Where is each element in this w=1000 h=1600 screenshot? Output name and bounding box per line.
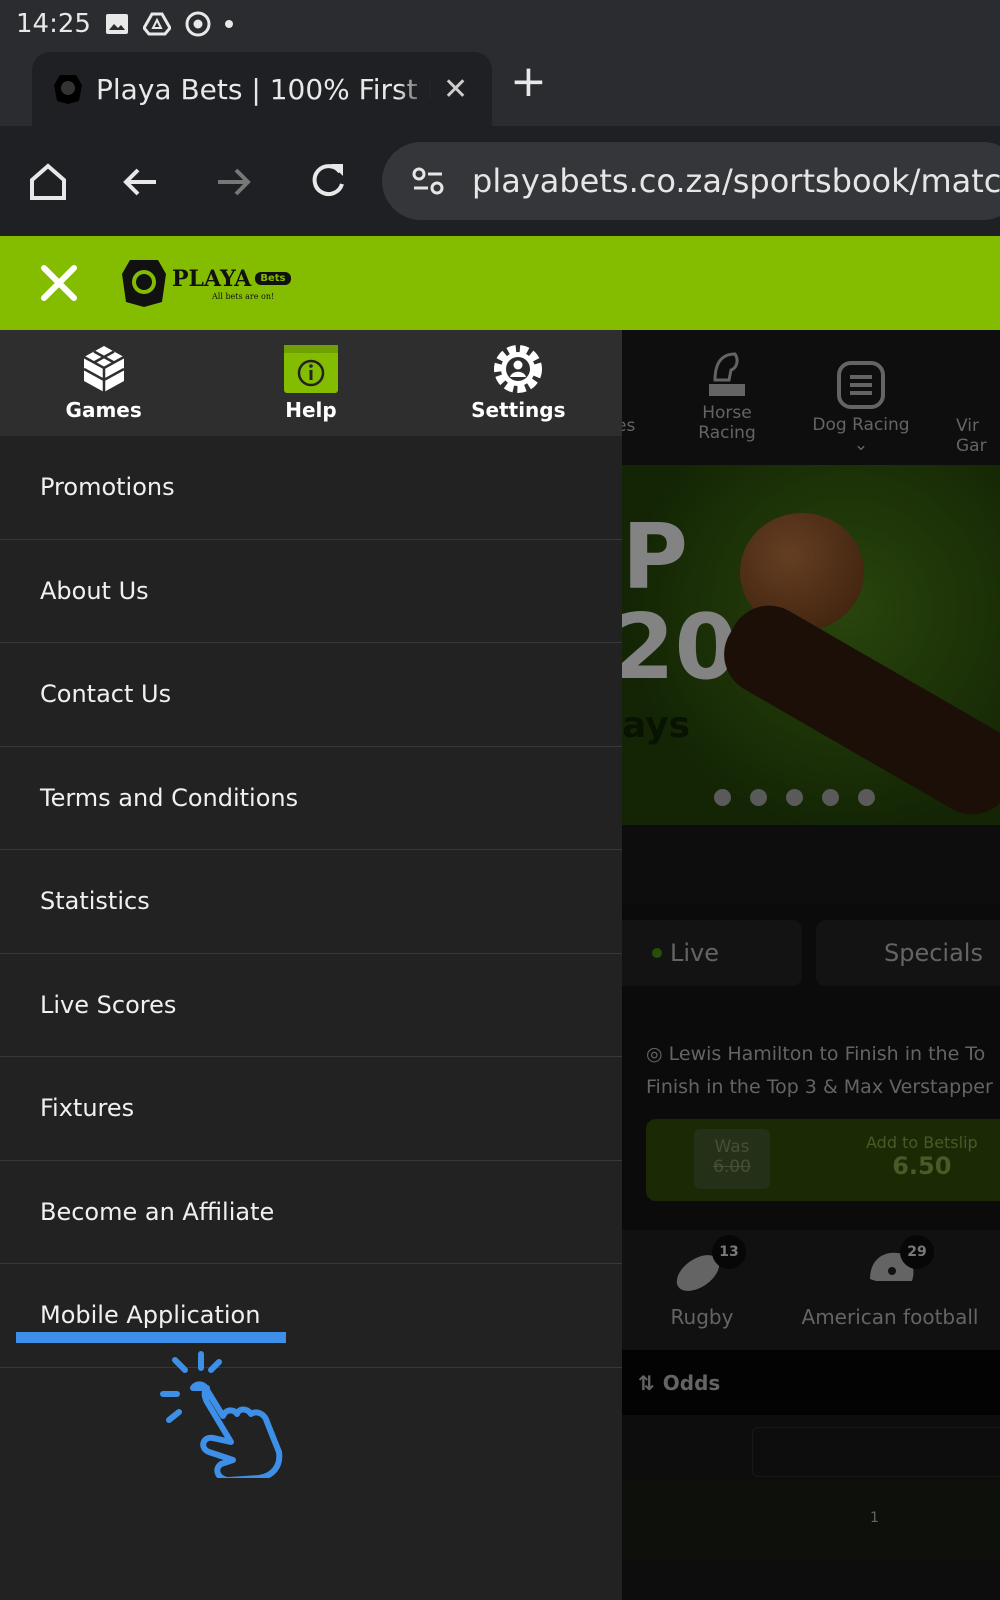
banner-dots[interactable] <box>714 789 875 806</box>
status-bar: 14:25 <box>0 0 1000 48</box>
horse-racing-label: Horse Racing <box>698 403 756 443</box>
forward-icon[interactable] <box>214 162 254 202</box>
menu-item-live-scores[interactable]: Live Scores <box>0 954 622 1057</box>
tab-specials-label: Specials <box>884 939 983 967</box>
logo[interactable]: PLAYA Bets All bets are on! <box>120 258 291 308</box>
tab-strip: Playa Bets | 100% First Deposit ✕ + <box>0 48 1000 126</box>
rugby-count: 13 <box>712 1235 746 1269</box>
logo-badge: Bets <box>255 272 291 285</box>
highlight-underline <box>16 1332 286 1343</box>
settings-label: Settings <box>471 398 566 422</box>
tab-title: Playa Bets | 100% First Deposit <box>96 72 431 106</box>
home-icon[interactable] <box>28 162 68 202</box>
browser-toolbar: playabets.co.za/sportsbook/match <box>0 126 1000 236</box>
logo-tagline: All bets are on! <box>212 291 275 301</box>
quick-games[interactable]: Games <box>0 330 207 436</box>
american-football-count: 29 <box>900 1235 934 1269</box>
banner-text-2: 20 <box>622 595 738 700</box>
rugby-label: Rugby <box>670 1305 734 1329</box>
quick-links: Games Help Settings <box>0 330 622 436</box>
reload-icon[interactable] <box>307 160 349 202</box>
sport-american-football[interactable]: 29 American football <box>790 1235 990 1329</box>
add-to-betslip-label: Add to Betslip <box>866 1133 978 1152</box>
dog-racing-icon <box>837 361 885 409</box>
url-text: playabets.co.za/sportsbook/match <box>472 162 1000 200</box>
image-icon <box>105 14 128 34</box>
logo-text: PLAYA <box>172 265 252 292</box>
menu-item-fixtures[interactable]: Fixtures <box>0 1057 622 1161</box>
menu-item-terms[interactable]: Terms and Conditions <box>0 747 622 850</box>
promo-banner[interactable]: P 20 ays <box>622 465 1000 829</box>
drive-icon <box>142 12 171 36</box>
menu-item-contact-us[interactable]: Contact Us <box>0 643 622 747</box>
nav-item-partial[interactable]: es <box>622 416 635 436</box>
special-bet-text: ◎ Lewis Hamilton to Finish in the To Fin… <box>646 1043 993 1098</box>
close-tab-icon[interactable]: ✕ <box>443 72 468 107</box>
horse-live-icon <box>709 352 745 396</box>
tab-live[interactable]: Live <box>622 920 802 986</box>
chrome-icon <box>185 11 211 37</box>
odds-sort-bar[interactable]: ⇅ Odds <box>622 1350 1000 1415</box>
search-box[interactable] <box>752 1427 1000 1477</box>
favicon-lion-icon <box>54 75 82 104</box>
cube-icon <box>83 346 125 392</box>
site-header: PLAYA Bets All bets are on! <box>0 236 1000 330</box>
odds-value: 6.50 <box>892 1152 952 1180</box>
status-time: 14:25 <box>16 9 91 39</box>
sports-nav: es Horse Racing Dog Racing ⌄ Vir Gar <box>622 330 1000 465</box>
add-to-betslip-button[interactable]: Was 6.00 Add to Betslip 6.50 <box>646 1119 1000 1201</box>
lion-logo-icon <box>122 260 166 307</box>
info-icon <box>283 345 338 393</box>
menu-item-statistics[interactable]: Statistics <box>0 850 622 954</box>
tab-live-label: Live <box>670 939 720 967</box>
browser-tab[interactable]: Playa Bets | 100% First Deposit ✕ <box>32 52 492 126</box>
sort-arrows-icon: ⇅ <box>638 1370 655 1395</box>
gear-user-icon <box>494 345 543 393</box>
dot-icon <box>224 20 233 28</box>
close-menu-icon[interactable] <box>40 264 78 302</box>
nav-dog-racing[interactable]: Dog Racing ⌄ <box>806 360 916 455</box>
row-number: 1 <box>870 1510 879 1526</box>
tab-specials[interactable]: Specials <box>816 920 1000 986</box>
menu-item-mobile-application[interactable]: Mobile Application <box>0 1264 622 1368</box>
banner-text-3: ays <box>622 705 691 746</box>
help-label: Help <box>285 398 337 422</box>
was-odds: Was 6.00 <box>694 1129 770 1189</box>
quick-settings[interactable]: Settings <box>415 330 622 436</box>
menu-item-promotions[interactable]: Promotions <box>0 436 622 540</box>
site-settings-icon[interactable] <box>412 167 444 195</box>
menu-item-about-us[interactable]: About Us <box>0 540 622 643</box>
sport-rugby[interactable]: 13 Rugby <box>652 1235 752 1329</box>
sportsbook-background: es Horse Racing Dog Racing ⌄ Vir Gar P 2… <box>622 330 1000 1600</box>
f1-icon: ◎ <box>646 1043 669 1065</box>
games-label: Games <box>65 398 142 422</box>
odds-label: Odds <box>662 1370 721 1395</box>
address-bar[interactable]: playabets.co.za/sportsbook/match <box>382 142 1000 220</box>
new-tab-button[interactable]: + <box>510 56 547 107</box>
back-icon[interactable] <box>120 162 160 202</box>
dog-racing-label: Dog Racing ⌄ <box>812 415 910 455</box>
quick-help[interactable]: Help <box>207 330 414 436</box>
american-football-label: American football <box>801 1305 979 1329</box>
menu-item-affiliate[interactable]: Become an Affiliate <box>0 1161 622 1264</box>
menu-list: Promotions About Us Contact Us Terms and… <box>0 436 622 1368</box>
tap-hand-icon <box>160 1351 283 1478</box>
nav-virtual-games[interactable]: Vir Gar <box>956 416 996 456</box>
side-menu: Games Help Settings Promotions About Us … <box>0 330 622 1600</box>
nav-horse-racing[interactable]: Horse Racing <box>692 350 762 443</box>
